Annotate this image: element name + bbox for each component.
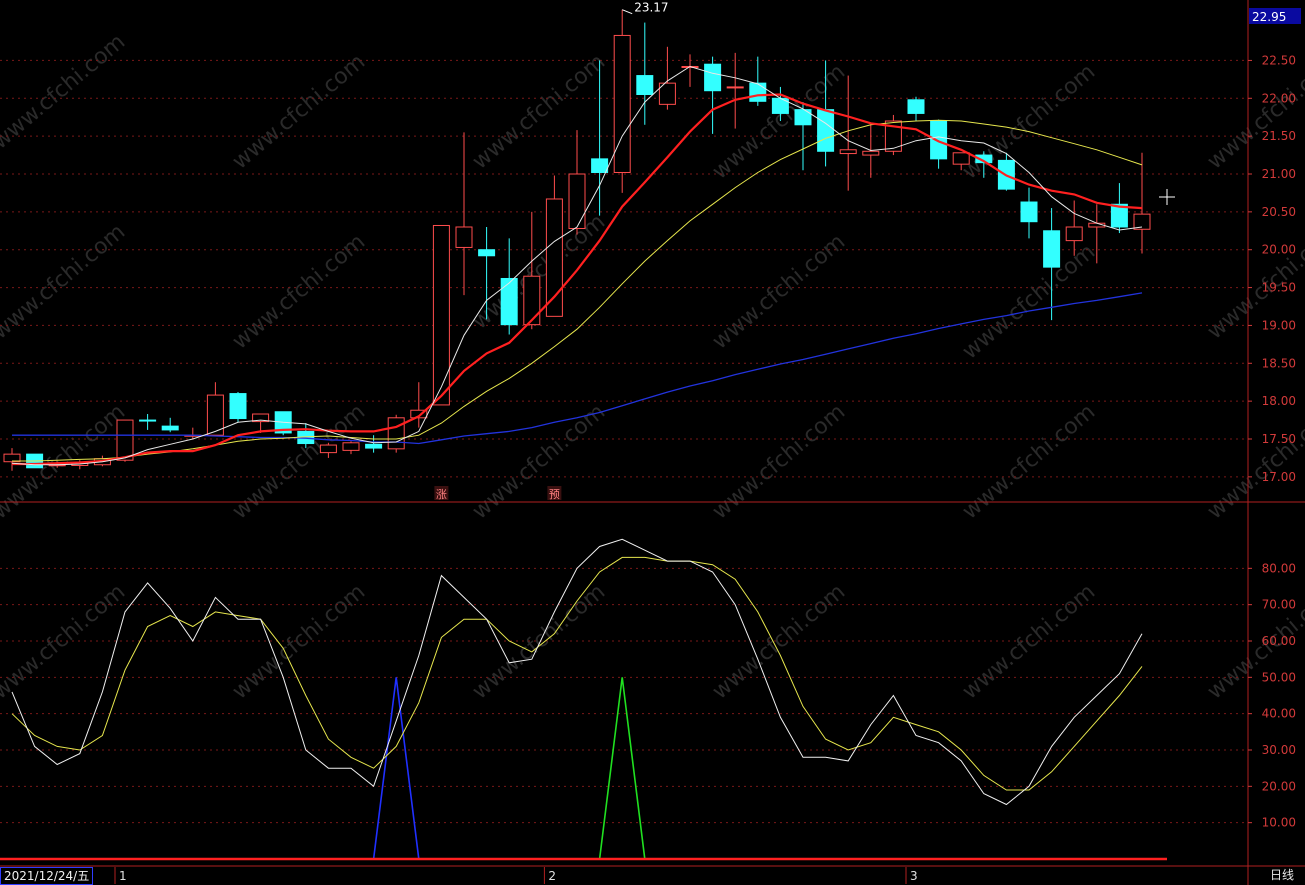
candle-body xyxy=(342,442,360,451)
candle-body xyxy=(500,277,518,326)
candle-body xyxy=(1020,201,1038,223)
watermark-text: www.cfchi.com xyxy=(958,399,1100,524)
price-tick-label: 22.00 xyxy=(1262,91,1296,105)
watermark-text: www.cfchi.com xyxy=(1203,399,1305,524)
month-label: 1 xyxy=(119,869,127,883)
watermark-text: www.cfchi.com xyxy=(708,229,850,354)
osc-tick-label: 70.00 xyxy=(1262,598,1296,612)
candle-body xyxy=(749,82,767,102)
candle-body xyxy=(523,275,541,326)
candle-body xyxy=(726,86,744,89)
price-tick-label: 22.50 xyxy=(1262,53,1296,67)
osc-tick-label: 30.00 xyxy=(1262,743,1296,757)
watermark-text: www.cfchi.com xyxy=(228,229,370,354)
candle-body xyxy=(839,149,857,155)
month-label: 2 xyxy=(548,869,556,883)
candle-body xyxy=(229,393,247,420)
period-label[interactable]: 日线 xyxy=(1262,867,1302,883)
osc-spike xyxy=(598,677,646,860)
price-tick-label: 18.00 xyxy=(1262,394,1296,408)
watermark-text: www.cfchi.com xyxy=(228,49,370,174)
signal-marker-label: 预 xyxy=(549,488,560,501)
stock-chart: www.cfchi.com www.cfchi.com www.cfchi.com w… xyxy=(0,0,1305,885)
watermark-text: www.cfchi.com xyxy=(228,399,370,524)
candle-body xyxy=(139,419,157,422)
candle-body xyxy=(613,34,631,173)
price-tick-label: 17.50 xyxy=(1262,432,1296,446)
candle-body xyxy=(365,443,383,449)
candle-body xyxy=(591,158,609,173)
date-label: 2021/12/24/五 xyxy=(0,867,94,885)
moving-average-lines xyxy=(11,65,1143,466)
candle-body xyxy=(862,150,880,156)
price-tick-label: 19.00 xyxy=(1262,318,1296,332)
candle-body xyxy=(568,173,586,230)
candle-body xyxy=(930,120,948,160)
candle-body xyxy=(704,63,722,92)
watermark-text: www.cfchi.com xyxy=(228,579,370,704)
high-annotation: 23.17 xyxy=(634,1,668,15)
candle-body xyxy=(1043,230,1061,268)
candle-body xyxy=(387,417,405,450)
candle-body xyxy=(161,425,179,431)
osc-tick-label: 10.00 xyxy=(1262,816,1296,830)
watermark-text: www.cfchi.com xyxy=(1203,49,1305,174)
candle-body xyxy=(817,109,835,152)
candle-body xyxy=(116,419,134,461)
watermark-text: www.cfchi.com xyxy=(708,579,850,704)
candle-body xyxy=(952,152,970,165)
osc-tick-label: 80.00 xyxy=(1262,561,1296,575)
ma-white-line xyxy=(11,65,1143,466)
candle-body xyxy=(1065,226,1083,242)
watermark-text: www.cfchi.com xyxy=(468,399,610,524)
watermark-text: www.cfchi.com xyxy=(0,579,130,704)
price-tick-label: 20.50 xyxy=(1262,205,1296,219)
osc-tick-label: 20.00 xyxy=(1262,779,1296,793)
oscillator-axis: 80.00 70.00 60.00 50.00 40.00 30.00 20.00 10.00 xyxy=(1248,561,1296,830)
price-tick-label: 21.00 xyxy=(1262,167,1296,181)
osc-tick-label: 60.00 xyxy=(1262,634,1296,648)
candle-body xyxy=(478,249,496,257)
chart-frame: 22.95 1 2 3 xyxy=(0,0,1305,885)
crosshair-cursor xyxy=(1159,189,1175,205)
watermark-layer: www.cfchi.com www.cfchi.com www.cfchi.com w… xyxy=(0,29,1305,704)
watermark-text: www.cfchi.com xyxy=(958,579,1100,704)
candle-body xyxy=(432,224,450,406)
candle-body xyxy=(319,444,337,454)
month-label: 3 xyxy=(910,869,918,883)
watermark-text: www.cfchi.com xyxy=(708,399,850,524)
price-tick-label: 18.50 xyxy=(1262,356,1296,370)
price-tick-label: 17.00 xyxy=(1262,470,1296,484)
osc-tick-label: 50.00 xyxy=(1262,670,1296,684)
price-tick-label: 20.00 xyxy=(1262,243,1296,257)
osc-tick-label: 40.00 xyxy=(1262,707,1296,721)
current-price-label: 22.95 xyxy=(1252,10,1286,24)
candle-body xyxy=(636,75,654,95)
candle-body xyxy=(545,198,563,317)
candle-body xyxy=(907,99,925,114)
watermark-text: www.cfchi.com xyxy=(468,49,610,174)
watermark-text: www.cfchi.com xyxy=(468,579,610,704)
candle-body xyxy=(455,226,473,248)
watermark-text: www.cfchi.com xyxy=(958,239,1100,364)
high-pointer xyxy=(622,9,633,15)
watermark-text: www.cfchi.com xyxy=(958,59,1100,184)
price-tick-label: 21.50 xyxy=(1262,129,1296,143)
price-tick-label: 19.50 xyxy=(1262,281,1296,295)
signal-marker-label: 涨 xyxy=(436,488,447,501)
